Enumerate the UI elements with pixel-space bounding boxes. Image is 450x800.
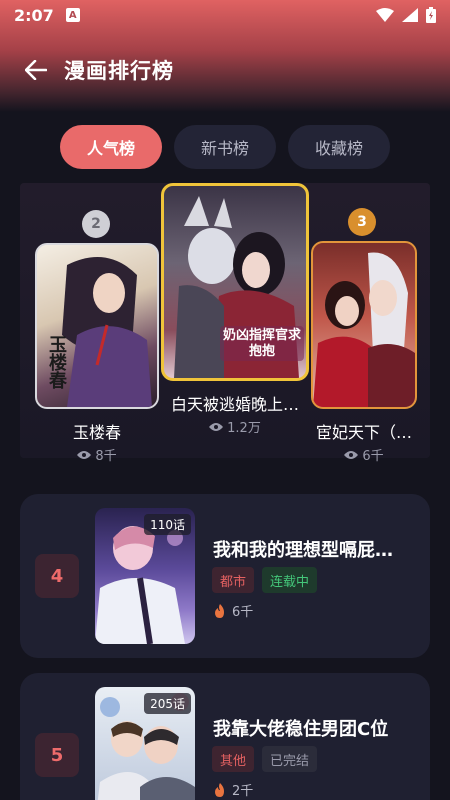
flame-icon: [215, 782, 224, 797]
comic-cover[interactable]: 奶凶指挥官求抱抱: [161, 183, 309, 381]
list-item[interactable]: 5 205话 我靠大佬稳住男团C位 其他 已完结 2千: [20, 673, 430, 800]
view-count: 6千: [311, 445, 417, 464]
podium-item-3[interactable]: 宦妃天下（… 6千: [311, 241, 417, 464]
podium-item-2[interactable]: 玉楼春 玉楼春 8千: [35, 243, 159, 464]
view-count: 1.2万: [161, 417, 309, 436]
app-bar: 漫画排行榜: [0, 50, 450, 90]
comic-cover[interactable]: 110话: [95, 508, 195, 644]
podium-item-1[interactable]: 奶凶指挥官求抱抱 白天被逃婚晚上… 1.2万: [161, 183, 309, 436]
notification-a-icon: A: [65, 8, 80, 22]
arrow-left-icon: [25, 60, 47, 80]
view-count-value: 8千: [95, 449, 117, 464]
list-item[interactable]: 4 110话 我和我的理想型嗝屁… 都市 连载中 6千: [20, 494, 430, 658]
tag-row: 其他 已完结: [212, 746, 318, 772]
comic-title: 我靠大佬稳住男团C位: [213, 719, 389, 740]
rank-number: 5: [35, 733, 79, 777]
view-count: 8千: [35, 445, 159, 464]
comic-title: 我和我的理想型嗝屁…: [213, 540, 393, 561]
view-count-value: 6千: [362, 449, 384, 464]
comic-cover[interactable]: 玉楼春: [35, 243, 159, 409]
eye-icon: [344, 450, 359, 459]
tab-favorites[interactable]: 收藏榜: [288, 125, 390, 169]
status-bar: 2:07 A: [0, 0, 450, 30]
cover-logo: 奶凶指挥官求抱抱: [220, 326, 304, 362]
cover-calligraphy: 玉楼春: [46, 335, 67, 389]
ranking-tabs: 人气榜 新书榜 收藏榜: [0, 125, 450, 169]
tab-popular[interactable]: 人气榜: [60, 125, 162, 169]
status-time: 2:07: [14, 5, 54, 25]
tab-new-books[interactable]: 新书榜: [174, 125, 276, 169]
comic-cover[interactable]: 205话: [95, 687, 195, 800]
rank-number: 4: [35, 554, 79, 598]
flame-icon: [215, 603, 224, 618]
genre-tag: 其他: [212, 746, 255, 772]
genre-tag: 都市: [212, 567, 255, 593]
status-icons: [376, 7, 436, 23]
top-three-podium: 2 玉楼春 玉楼春 8千 奶凶指挥官求抱抱 白天被逃婚晚上… 1.2万 3 宦妃…: [20, 183, 430, 464]
battery-icon: [426, 7, 436, 23]
back-button[interactable]: [16, 50, 56, 90]
cover-art: [313, 252, 415, 407]
episode-count-badge: 205话: [144, 693, 191, 714]
comic-title: 宦妃天下（…: [315, 423, 412, 442]
page-title: 漫画排行榜: [64, 59, 174, 83]
episode-count-badge: 110话: [144, 514, 191, 535]
popularity-value: 2千: [232, 784, 254, 799]
comic-cover[interactable]: [311, 241, 417, 409]
comic-title: 玉楼春: [72, 423, 121, 442]
tag-row: 都市 连载中: [212, 567, 318, 593]
eye-icon: [209, 422, 224, 431]
rank-badge-3: 3: [348, 208, 376, 236]
comic-title: 白天被逃婚晚上…: [170, 395, 299, 414]
status-tag: 已完结: [262, 746, 318, 772]
status-tag: 连载中: [262, 567, 318, 593]
popularity-value: 6千: [232, 605, 254, 620]
wifi-icon: [376, 8, 394, 22]
popularity: 6千: [214, 601, 253, 620]
eye-icon: [77, 450, 92, 459]
signal-icon: [402, 8, 418, 22]
rank-badge-2: 2: [82, 210, 110, 238]
popularity: 2千: [214, 780, 253, 799]
view-count-value: 1.2万: [227, 421, 261, 436]
